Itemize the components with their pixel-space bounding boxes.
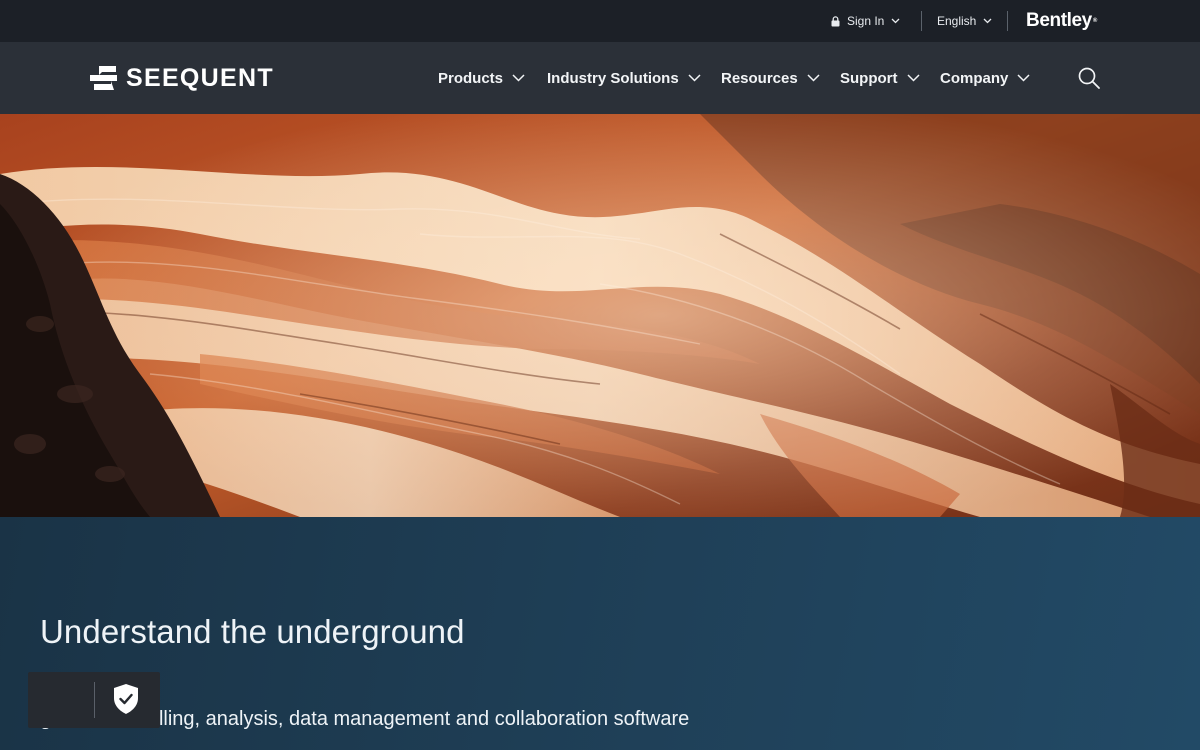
chevron-down-icon xyxy=(512,74,525,82)
widget-divider xyxy=(94,682,95,718)
canyon-rock-image xyxy=(0,114,1200,517)
chevron-down-icon xyxy=(1017,74,1030,82)
nav-item-label: Resources xyxy=(721,69,798,87)
utility-bar: Sign In English Bentley ® xyxy=(0,0,1200,42)
privacy-settings-widget[interactable] xyxy=(28,672,160,728)
bentley-logo-text: Bentley xyxy=(1026,10,1092,31)
nav-company[interactable]: Company xyxy=(940,42,1030,114)
brand-name: SEEQUENT xyxy=(126,63,274,92)
seequent-logo[interactable]: SEEQUENT xyxy=(90,62,274,94)
nav-support[interactable]: Support xyxy=(840,42,920,114)
chevron-down-icon xyxy=(983,18,992,24)
utility-divider xyxy=(921,11,922,31)
chevron-down-icon xyxy=(891,18,900,24)
nav-resources[interactable]: Resources xyxy=(721,42,820,114)
lock-icon xyxy=(831,15,840,26)
hero-image xyxy=(0,114,1200,517)
bentley-logo[interactable]: Bentley ® xyxy=(1026,9,1097,33)
utility-divider xyxy=(1007,11,1008,31)
nav-industry-solutions[interactable]: Industry Solutions xyxy=(547,42,701,114)
main-navigation: SEEQUENT Products Industry Solutions Res… xyxy=(0,42,1200,114)
page-headline: Understand the underground xyxy=(40,613,465,650)
nav-products[interactable]: Products xyxy=(438,42,525,114)
sign-in-label: Sign In xyxy=(847,14,885,28)
nav-item-label: Company xyxy=(940,69,1009,87)
language-selector[interactable]: English xyxy=(937,0,992,42)
nav-item-label: Products xyxy=(438,69,504,87)
chevron-down-icon xyxy=(906,74,920,82)
chevron-down-icon xyxy=(688,74,701,82)
nav-item-label: Support xyxy=(840,69,898,87)
intro-section: Understand the underground g earth-model… xyxy=(0,517,1200,750)
shield-check-icon xyxy=(114,684,138,714)
language-label: English xyxy=(937,14,977,28)
sign-in-link[interactable]: Sign In xyxy=(831,0,900,42)
chevron-down-icon xyxy=(807,74,820,82)
seequent-logo-mark xyxy=(90,66,117,90)
search-button[interactable] xyxy=(1077,66,1101,90)
nav-item-label: Industry Solutions xyxy=(547,69,679,87)
search-icon xyxy=(1078,67,1100,89)
